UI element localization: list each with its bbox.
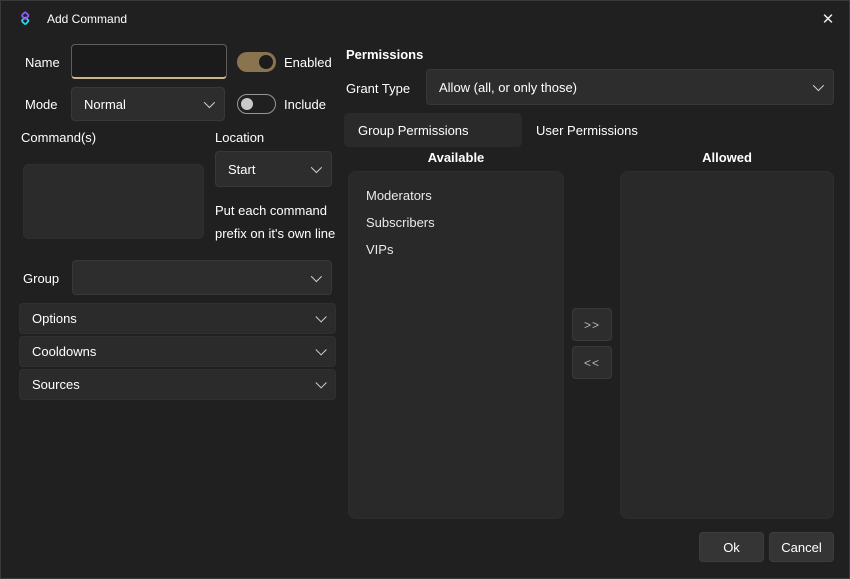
close-button[interactable]: ✕ <box>813 4 843 34</box>
sources-expander-label: Sources <box>32 377 315 392</box>
add-command-dialog: Add Command ✕ Name Enabled Mode Normal I… <box>0 0 850 579</box>
list-item[interactable]: Moderators <box>349 182 563 209</box>
chevron-down-icon <box>311 162 322 173</box>
include-label: Include <box>284 97 326 112</box>
allowed-header: Allowed <box>620 150 834 165</box>
sources-expander[interactable]: Sources <box>19 369 336 400</box>
window-title: Add Command <box>47 12 127 26</box>
cancel-button[interactable]: Cancel <box>769 532 834 562</box>
options-expander-label: Options <box>32 311 315 326</box>
available-list[interactable]: Moderators Subscribers VIPs <box>348 171 564 519</box>
grant-type-label: Grant Type <box>346 81 410 96</box>
move-left-button[interactable]: << <box>572 346 612 379</box>
group-dropdown[interactable] <box>72 260 332 295</box>
options-expander[interactable]: Options <box>19 303 336 334</box>
chevron-down-icon <box>315 377 326 388</box>
mode-dropdown[interactable]: Normal <box>71 87 225 121</box>
location-value: Start <box>228 162 311 177</box>
commands-label: Command(s) <box>21 130 96 145</box>
mode-label: Mode <box>25 97 58 112</box>
commands-textarea[interactable] <box>23 164 204 239</box>
ok-button[interactable]: Ok <box>699 532 764 562</box>
location-hint-text: Put each command prefix on it's own line <box>215 199 337 245</box>
tab-user-permissions[interactable]: User Permissions <box>522 113 692 147</box>
allowed-list[interactable] <box>620 171 834 519</box>
cooldowns-expander-label: Cooldowns <box>32 344 315 359</box>
available-header: Available <box>348 150 564 165</box>
tab-group-permissions[interactable]: Group Permissions <box>344 113 522 147</box>
grant-type-value: Allow (all, or only those) <box>439 80 813 95</box>
group-label: Group <box>23 271 59 286</box>
chevron-down-icon <box>315 344 326 355</box>
tab-group-permissions-label: Group Permissions <box>358 123 469 138</box>
enabled-toggle-knob <box>259 55 273 69</box>
app-logo-icon <box>18 11 33 26</box>
chevron-down-icon <box>315 311 326 322</box>
chevron-down-icon <box>311 270 322 281</box>
chevron-down-icon <box>204 97 215 108</box>
enabled-toggle[interactable] <box>237 52 276 72</box>
enabled-label: Enabled <box>284 55 332 70</box>
list-item[interactable]: Subscribers <box>349 209 563 236</box>
include-toggle[interactable] <box>237 94 276 114</box>
mode-value: Normal <box>84 97 204 112</box>
tab-user-permissions-label: User Permissions <box>536 123 638 138</box>
title-bar: Add Command ✕ <box>1 1 849 36</box>
location-label: Location <box>215 130 264 145</box>
move-right-button[interactable]: >> <box>572 308 612 341</box>
grant-type-dropdown[interactable]: Allow (all, or only those) <box>426 69 834 105</box>
name-label: Name <box>25 55 60 70</box>
chevron-down-icon <box>813 80 824 91</box>
permissions-header: Permissions <box>346 47 423 62</box>
location-dropdown[interactable]: Start <box>215 151 332 187</box>
include-toggle-knob <box>241 98 253 110</box>
name-input[interactable] <box>71 44 227 79</box>
list-item[interactable]: VIPs <box>349 236 563 263</box>
cooldowns-expander[interactable]: Cooldowns <box>19 336 336 367</box>
